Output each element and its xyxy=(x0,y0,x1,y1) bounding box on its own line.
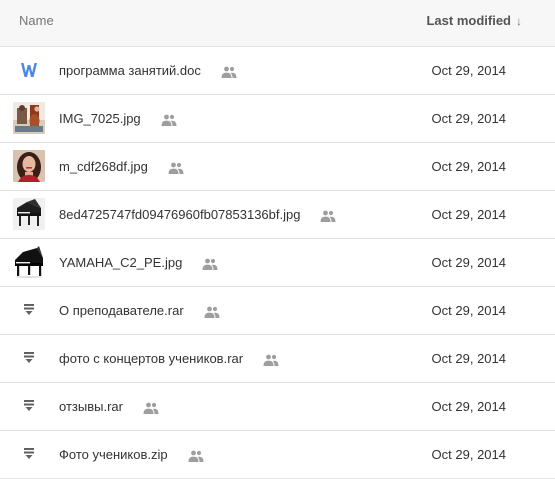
file-modified-date: Oct 29, 2014 xyxy=(431,447,506,462)
file-name: Фото учеников.zip xyxy=(59,447,204,462)
file-name: m_cdf268df.jpg xyxy=(59,159,184,174)
file-row[interactable]: m_cdf268df.jpg Oct 29, 2014 xyxy=(0,143,555,191)
file-list: Name Last modified ↓ программа занятий.d… xyxy=(0,0,555,479)
word-doc-icon xyxy=(13,54,45,86)
archive-icon xyxy=(13,390,45,422)
file-modified-date: Oct 29, 2014 xyxy=(431,111,506,126)
file-modified-date: Oct 29, 2014 xyxy=(431,303,506,318)
shared-people-icon xyxy=(188,450,204,462)
image-thumbnail xyxy=(13,150,45,182)
shared-people-icon xyxy=(221,66,237,78)
file-row[interactable]: О преподавателе.rar Oct 29, 2014 xyxy=(0,287,555,335)
shared-people-icon xyxy=(161,114,177,126)
archive-icon xyxy=(13,438,45,470)
file-name: YAMAHA_C2_PE.jpg xyxy=(59,255,218,270)
file-row[interactable]: 8ed4725747fd09476960fb07853136bf.jpg Oct… xyxy=(0,191,555,239)
file-name: О преподавателе.rar xyxy=(59,303,220,318)
list-header: Name Last modified ↓ xyxy=(0,0,555,47)
shared-people-icon xyxy=(320,210,336,222)
file-name: программа занятий.doc xyxy=(59,63,237,78)
name-column-header[interactable]: Name xyxy=(19,13,54,28)
shared-people-icon xyxy=(143,402,159,414)
file-modified-date: Oct 29, 2014 xyxy=(431,159,506,174)
sort-descending-icon[interactable]: ↓ xyxy=(516,14,522,28)
file-modified-date: Oct 29, 2014 xyxy=(431,207,506,222)
file-modified-date: Oct 29, 2014 xyxy=(431,255,506,270)
file-name: фото с концертов учеников.rar xyxy=(59,351,279,366)
archive-icon xyxy=(13,294,45,326)
image-thumbnail xyxy=(13,102,45,134)
shared-people-icon xyxy=(202,258,218,270)
shared-people-icon xyxy=(168,162,184,174)
archive-icon xyxy=(13,342,45,374)
file-name: отзывы.rar xyxy=(59,399,159,414)
file-row[interactable]: программа занятий.doc Oct 29, 2014 xyxy=(0,47,555,95)
shared-people-icon xyxy=(204,306,220,318)
file-row[interactable]: отзывы.rar Oct 29, 2014 xyxy=(0,383,555,431)
file-row[interactable]: IMG_7025.jpg Oct 29, 2014 xyxy=(0,95,555,143)
file-name: IMG_7025.jpg xyxy=(59,111,177,126)
image-thumbnail xyxy=(13,198,45,230)
file-row[interactable]: фото с концертов учеников.rar Oct 29, 20… xyxy=(0,335,555,383)
file-name: 8ed4725747fd09476960fb07853136bf.jpg xyxy=(59,207,336,222)
file-modified-date: Oct 29, 2014 xyxy=(431,63,506,78)
file-modified-date: Oct 29, 2014 xyxy=(431,351,506,366)
last-modified-column-header[interactable]: Last modified xyxy=(426,13,511,28)
file-row[interactable]: YAMAHA_C2_PE.jpg Oct 29, 2014 xyxy=(0,239,555,287)
shared-people-icon xyxy=(263,354,279,366)
image-thumbnail xyxy=(13,246,45,278)
file-row[interactable]: Фото учеников.zip Oct 29, 2014 xyxy=(0,431,555,479)
file-modified-date: Oct 29, 2014 xyxy=(431,399,506,414)
